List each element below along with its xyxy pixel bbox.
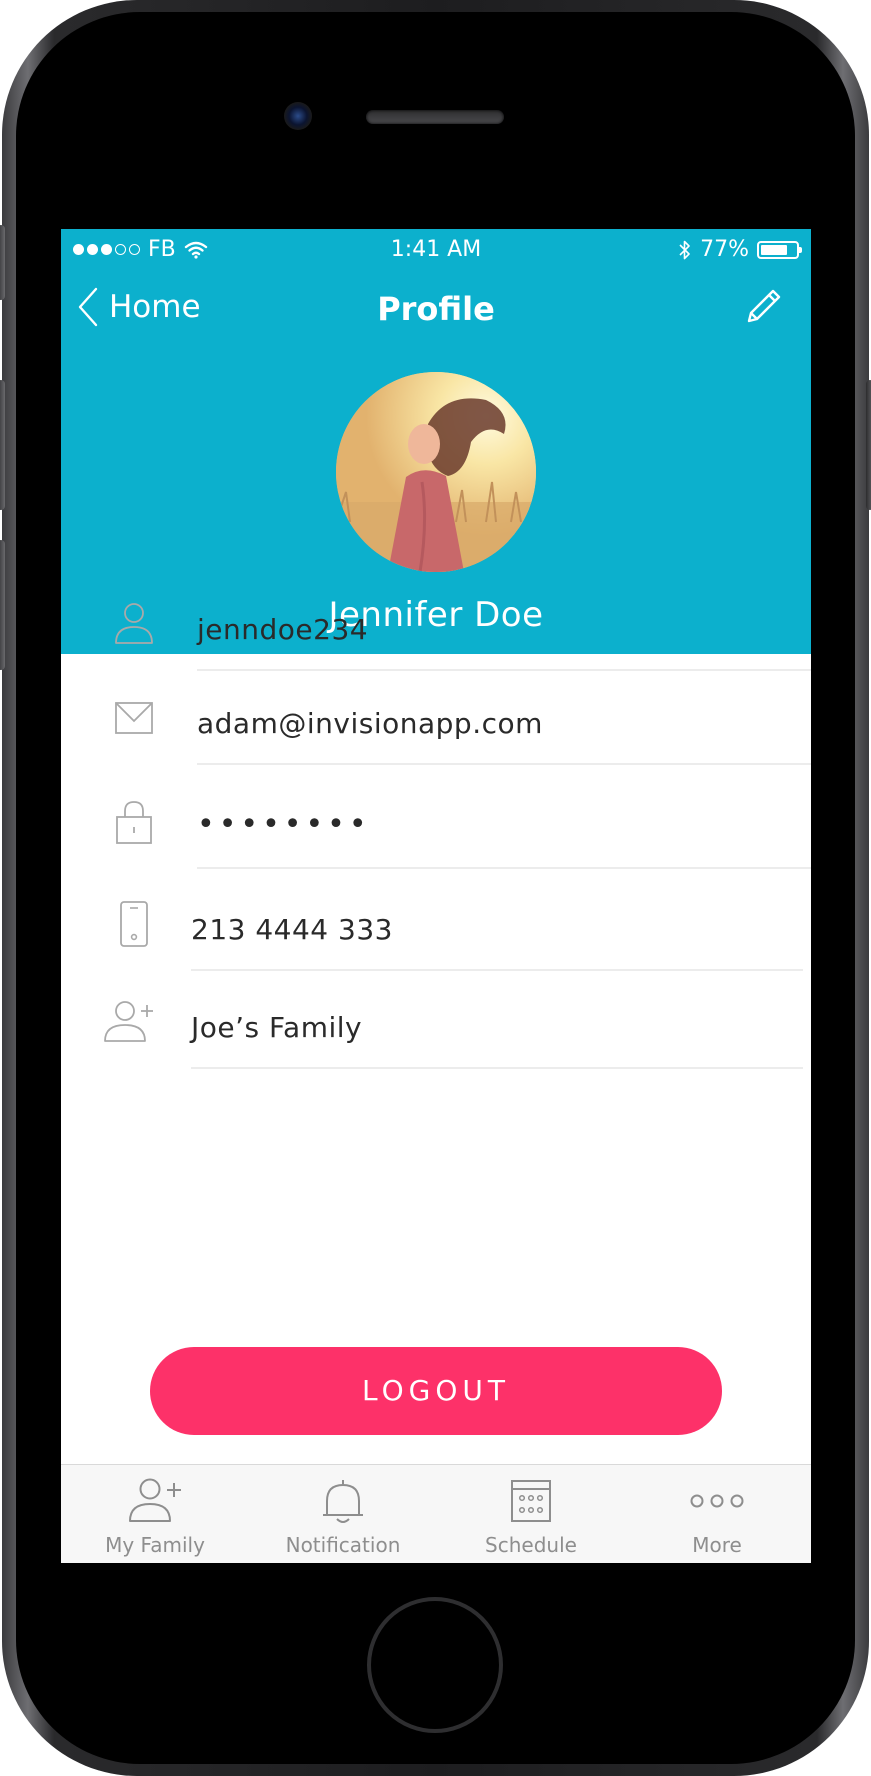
tab-label: My Family xyxy=(105,1533,205,1557)
avatar[interactable] xyxy=(336,372,536,572)
phone-value: 213 4444 333 xyxy=(191,913,393,946)
tab-more[interactable]: More xyxy=(623,1465,811,1563)
username-value: jenndoe234 xyxy=(197,613,369,646)
edit-pencil-icon[interactable] xyxy=(741,285,785,329)
add-user-icon xyxy=(104,1001,153,1042)
status-right: 77% xyxy=(678,237,802,262)
screen: FB 1:41 AM 77% Home Profile Jennifer Doe… xyxy=(61,229,811,1563)
home-button[interactable] xyxy=(367,1597,503,1733)
page-title: Profile xyxy=(377,290,495,328)
email-value: adam@invisionapp.com xyxy=(197,707,543,740)
tab-my-family[interactable]: My Family xyxy=(61,1465,249,1563)
add-user-icon xyxy=(129,1478,181,1522)
password-row[interactable]: •••••••• xyxy=(61,765,811,869)
tab-label: More xyxy=(692,1533,742,1557)
password-value: •••••••• xyxy=(197,807,371,842)
bell-icon xyxy=(323,1480,363,1523)
user-icon xyxy=(115,603,153,644)
power-button xyxy=(866,380,871,510)
tab-notification[interactable]: Notification xyxy=(249,1465,437,1563)
divider xyxy=(191,1067,803,1069)
calendar-icon xyxy=(511,1480,551,1522)
phone-icon xyxy=(120,901,148,947)
status-bar: FB 1:41 AM 77% xyxy=(61,229,811,269)
family-value: Joe’s Family xyxy=(191,1011,363,1044)
nav-bar: Home Profile xyxy=(61,277,811,341)
speaker-grille xyxy=(366,110,504,124)
camera-icon xyxy=(284,102,312,130)
logout-button[interactable]: LOGOUT xyxy=(150,1347,722,1435)
tab-bar: My Family Notification Schedule More xyxy=(61,1464,811,1563)
battery-fill xyxy=(761,244,787,255)
mail-icon xyxy=(115,702,153,734)
avatar-photo xyxy=(336,372,536,572)
battery-percent: 77% xyxy=(700,237,749,262)
mute-switch xyxy=(0,225,5,300)
email-row[interactable]: adam@invisionapp.com xyxy=(61,661,811,765)
more-icon xyxy=(690,1494,744,1508)
battery-icon xyxy=(757,240,802,259)
family-row[interactable]: Joe’s Family xyxy=(61,965,811,1069)
tab-schedule[interactable]: Schedule xyxy=(437,1465,625,1563)
tab-label: Notification xyxy=(285,1533,401,1557)
volume-up-button xyxy=(0,380,5,510)
username-row[interactable]: jenndoe234 xyxy=(61,567,811,671)
lock-icon xyxy=(116,801,152,844)
volume-down-button xyxy=(0,540,5,670)
tab-label: Schedule xyxy=(485,1533,577,1557)
bluetooth-icon xyxy=(679,240,690,259)
phone-row[interactable]: 213 4444 333 xyxy=(61,867,811,971)
